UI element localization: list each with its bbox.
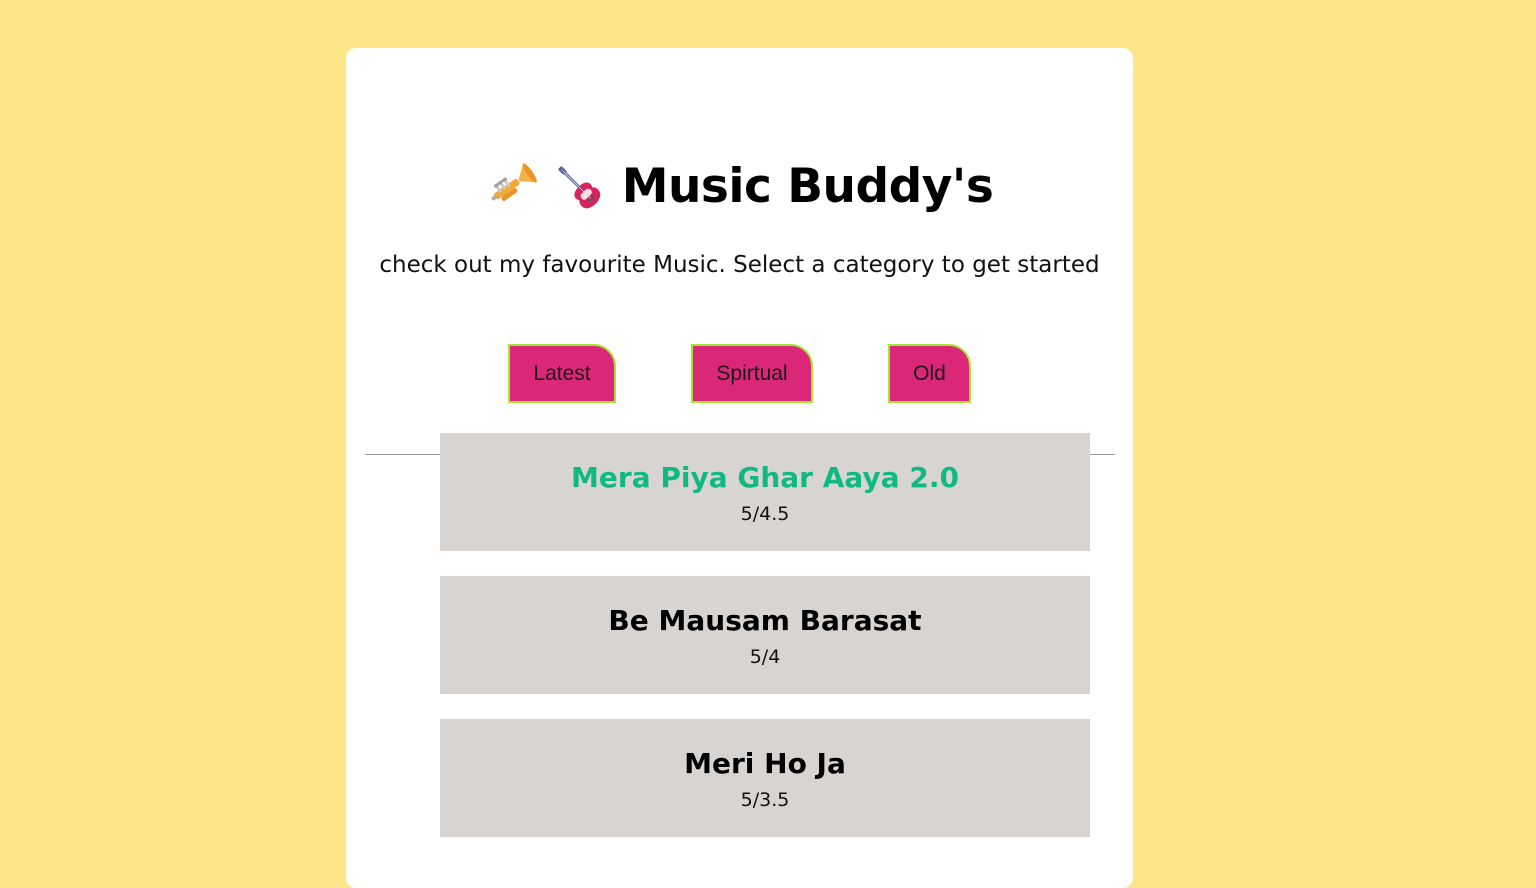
song-item: Meri Ho Ja 5/3.5 xyxy=(440,719,1090,837)
category-button-old[interactable]: Old xyxy=(888,344,971,403)
song-rating: 5/4 xyxy=(749,646,781,668)
category-button-latest[interactable]: Latest xyxy=(508,344,616,403)
song-rating: 5/3.5 xyxy=(740,789,790,811)
page-subtitle: check out my favourite Music. Select a c… xyxy=(379,252,1100,278)
main-card: Music Buddy's check out my favourite Mus… xyxy=(346,48,1133,888)
category-button-spirtual[interactable]: Spirtual xyxy=(691,344,813,403)
trumpet-icon xyxy=(486,160,538,212)
page-title: Music Buddy's xyxy=(621,158,994,214)
song-item: Mera Piya Ghar Aaya 2.0 5/4.5 xyxy=(440,433,1090,551)
song-rating: 5/4.5 xyxy=(740,503,790,525)
song-item: Be Mausam Barasat 5/4 xyxy=(440,576,1090,694)
song-title: Meri Ho Ja xyxy=(684,747,846,780)
page-header: Music Buddy's xyxy=(346,156,1133,216)
song-title: Mera Piya Ghar Aaya 2.0 xyxy=(571,461,959,494)
song-title: Be Mausam Barasat xyxy=(608,604,922,637)
guitar-icon xyxy=(552,160,604,212)
